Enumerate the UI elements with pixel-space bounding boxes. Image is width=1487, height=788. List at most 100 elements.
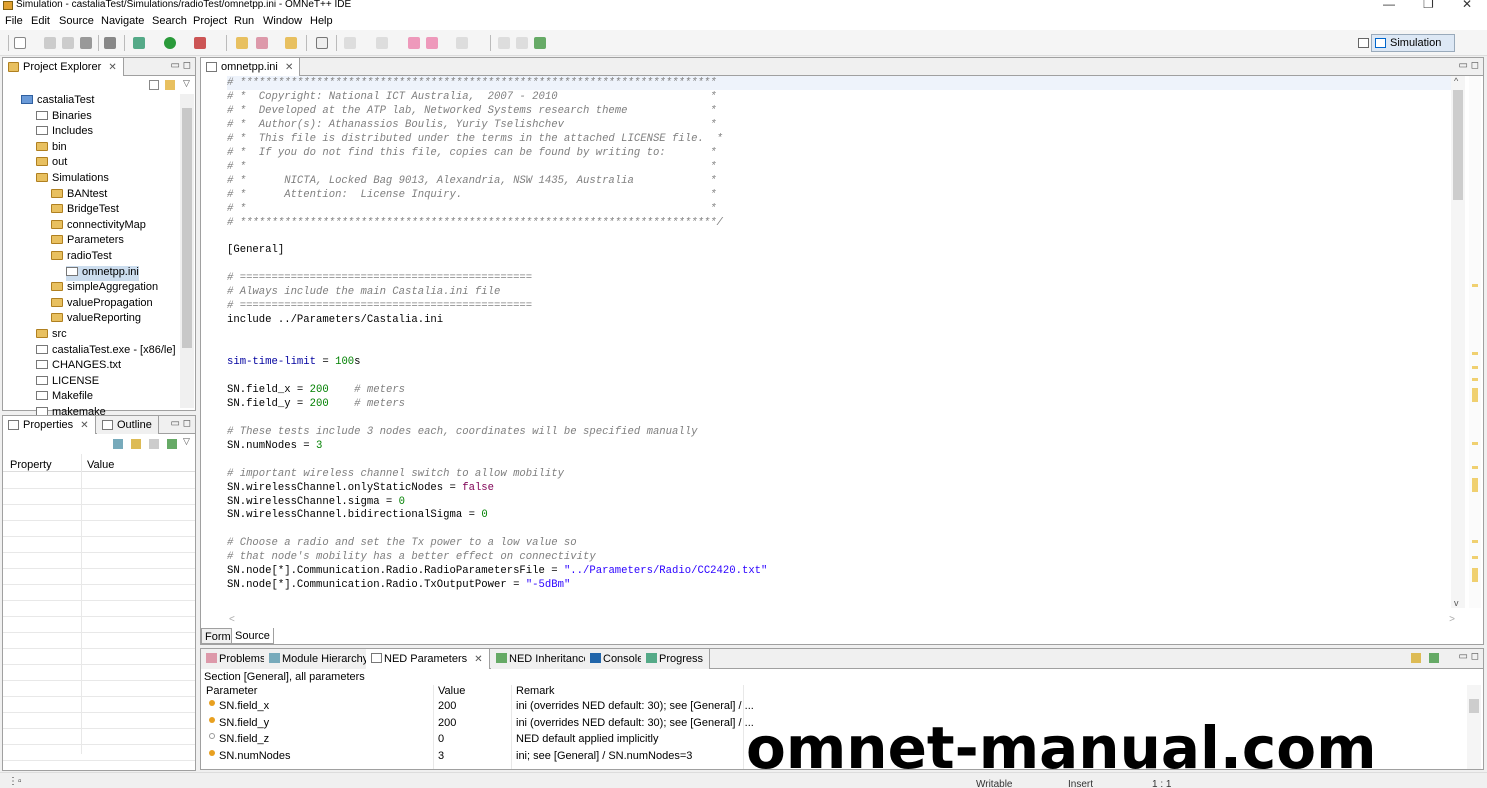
pin-icon[interactable] <box>167 439 177 449</box>
panel-minmax-icon[interactable]: ▭ ◻ <box>1458 651 1479 662</box>
tab-omnetpp-ini[interactable]: omnetpp.ini ✕ <box>201 58 301 76</box>
menu-navigate[interactable]: Navigate <box>101 15 144 27</box>
scroll-thumb[interactable] <box>1453 90 1463 200</box>
tab-module-hierarchy[interactable]: Module Hierarchy <box>264 649 376 669</box>
task-icon[interactable] <box>316 37 328 49</box>
menu-search[interactable]: Search <box>152 15 187 27</box>
tab-source[interactable]: Source <box>231 628 274 644</box>
restore-default-icon[interactable] <box>149 439 159 449</box>
close-button[interactable]: ✕ <box>1462 0 1472 11</box>
view-menu-icon[interactable]: ▽ <box>183 78 190 89</box>
tab-outline[interactable]: Outline <box>97 416 159 434</box>
open-folder-icon[interactable] <box>236 37 248 49</box>
tree-item-parameters[interactable]: Parameters <box>51 234 124 249</box>
collapse-all-icon[interactable] <box>149 80 159 90</box>
menu-source[interactable]: Source <box>59 15 94 27</box>
export-icon[interactable] <box>534 37 546 49</box>
tree-item-bridgetest[interactable]: BridgeTest <box>51 203 119 218</box>
ruler-marker[interactable] <box>1472 556 1478 559</box>
editor-hscrollbar[interactable]: < > <box>227 614 1457 628</box>
menu-file[interactable]: File <box>5 15 23 27</box>
panel-minmax-icon[interactable]: ▭ ◻ <box>170 418 191 429</box>
open-perspective-icon[interactable] <box>1358 38 1369 48</box>
prev-annotation-icon[interactable] <box>376 37 388 49</box>
tree-item-src[interactable]: src <box>36 328 67 343</box>
forward-icon[interactable] <box>456 37 468 49</box>
scroll-right-icon[interactable]: > <box>1449 614 1455 625</box>
scroll-left-icon[interactable]: < <box>229 614 235 625</box>
tree-item-omnetpp-ini[interactable]: omnetpp.ini <box>66 265 139 281</box>
profile-icon[interactable] <box>194 37 206 49</box>
tree-item-castaliatest-exe-x86-le[interactable]: castaliaTest.exe - [x86/le] <box>36 344 176 359</box>
tree-item-binaries[interactable]: Binaries <box>36 110 92 125</box>
close-icon[interactable]: ✕ <box>285 62 293 73</box>
tab-ned-inheritance[interactable]: NED Inheritance <box>491 649 597 669</box>
next-annotation-icon[interactable] <box>344 37 356 49</box>
run-icon[interactable] <box>164 37 176 49</box>
code-area[interactable]: # **************************************… <box>227 76 1457 608</box>
close-icon[interactable]: ✕ <box>474 654 482 665</box>
menu-help[interactable]: Help <box>310 15 333 27</box>
tree-item-valuereporting[interactable]: valueReporting <box>51 312 141 327</box>
panel-minmax-icon[interactable]: ▭ ◻ <box>1458 60 1479 71</box>
tab-problems[interactable]: Problems <box>201 649 273 669</box>
table-row[interactable]: SN.field_y 200 ini (overrides NED default:… <box>201 716 754 732</box>
table-row[interactable]: SN.field_x 200 ini (overrides NED default:… <box>201 699 754 715</box>
terminal-icon[interactable] <box>104 37 116 49</box>
overview-ruler[interactable] <box>1469 76 1481 608</box>
scroll-thumb[interactable] <box>182 108 192 348</box>
tree-item-bantest[interactable]: BANtest <box>51 188 107 203</box>
tab-ned-parameters[interactable]: NED Parameters ✕ <box>366 649 490 669</box>
link-icon[interactable] <box>498 37 510 49</box>
ruler-marker[interactable] <box>1472 568 1478 582</box>
tree-item-license[interactable]: LICENSE <box>36 375 99 390</box>
advanced-icon[interactable] <box>131 439 141 449</box>
minimize-button[interactable]: — <box>1383 0 1395 11</box>
ruler-marker[interactable] <box>1472 466 1478 469</box>
menu-run[interactable]: Run <box>234 15 254 27</box>
back-icon[interactable] <box>426 37 438 49</box>
ruler-marker[interactable] <box>1472 366 1478 369</box>
project-explorer-scrollbar[interactable] <box>180 94 194 408</box>
toggle-mode-icon[interactable] <box>1411 653 1421 663</box>
editor-scrollbar[interactable]: ^ v <box>1451 76 1465 608</box>
debug-icon[interactable] <box>133 37 145 49</box>
tab-project-explorer[interactable]: Project Explorer ✕ <box>3 58 124 76</box>
ruler-marker[interactable] <box>1472 378 1478 381</box>
link-with-editor-icon[interactable] <box>165 80 175 90</box>
last-edit-icon[interactable] <box>408 37 420 49</box>
save-icon[interactable] <box>44 37 56 49</box>
unlink-icon[interactable] <box>516 37 528 49</box>
tab-properties[interactable]: Properties ✕ <box>3 416 96 434</box>
panel-minmax-icon[interactable]: ▭ ◻ <box>170 60 191 71</box>
bottom-scrollbar[interactable] <box>1467 685 1481 769</box>
tree-item-bin[interactable]: bin <box>36 141 67 156</box>
view-menu-icon[interactable]: ▽ <box>183 436 190 447</box>
tree-item-makefile[interactable]: Makefile <box>36 390 93 405</box>
close-icon[interactable]: ✕ <box>80 420 88 431</box>
ruler-marker[interactable] <box>1472 442 1478 445</box>
menu-project[interactable]: Project <box>193 15 227 27</box>
tab-progress[interactable]: Progress <box>641 649 711 669</box>
scroll-thumb[interactable] <box>1469 699 1479 713</box>
save-all-icon[interactable] <box>62 37 74 49</box>
tree-item-valuepropagation[interactable]: valuePropagation <box>51 297 153 312</box>
scroll-up-icon[interactable]: ^ <box>1454 76 1458 86</box>
print-icon[interactable] <box>80 37 92 49</box>
scroll-down-icon[interactable]: v <box>1454 598 1459 608</box>
perspective-simulation-button[interactable]: Simulation <box>1371 34 1455 52</box>
tree-item-connectivitymap[interactable]: connectivityMap <box>51 219 146 234</box>
ruler-marker[interactable] <box>1472 388 1478 402</box>
tree-item-includes[interactable]: Includes <box>36 125 93 140</box>
tab-form[interactable]: Form <box>201 628 235 644</box>
tree-item-simpleaggregation[interactable]: simpleAggregation <box>51 281 158 296</box>
tree-item-changes-txt[interactable]: CHANGES.txt <box>36 359 121 374</box>
categories-icon[interactable] <box>113 439 123 449</box>
tree-item-castaliatest[interactable]: castaliaTest <box>21 94 94 109</box>
ruler-marker[interactable] <box>1472 352 1478 355</box>
menu-edit[interactable]: Edit <box>31 15 50 27</box>
new-file-icon[interactable] <box>14 37 26 49</box>
table-row[interactable]: SN.field_z 0 NED default applied implicitl… <box>201 732 741 748</box>
tree-item-out[interactable]: out <box>36 156 67 171</box>
restore-button[interactable]: ❐ <box>1423 0 1434 11</box>
